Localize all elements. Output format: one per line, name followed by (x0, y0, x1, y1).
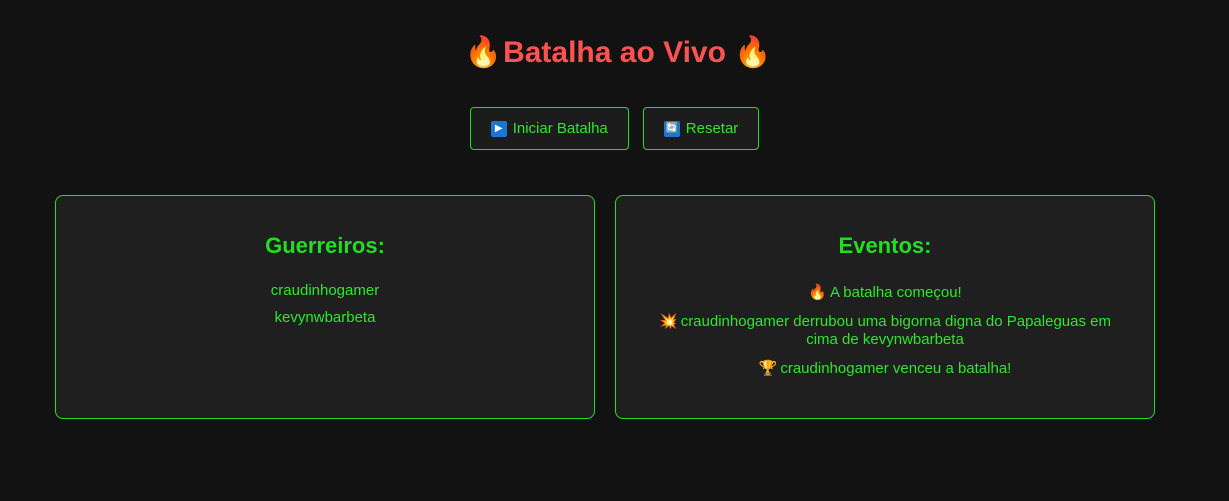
event-text: craudinhogamer venceu a batalha! (780, 360, 1012, 377)
start-battle-label: Iniciar Batalha (512, 120, 608, 137)
fire-icon: 🔥 (734, 36, 772, 69)
fire-icon: 🔥 (808, 284, 827, 301)
event-item: 🔥 A batalha começou! (646, 284, 1124, 302)
page-title-text: Batalha ao Vivo (503, 36, 726, 69)
warrior-item: craudinhogamer (270, 282, 380, 299)
collision-icon: 💥 (659, 313, 678, 330)
page-title: 🔥 Batalha ao Vivo 🔥 (0, 33, 1229, 73)
play-icon: ▶ (490, 120, 507, 137)
events-list: 🔥 A batalha começou! 💥 craudinhogamer derr… (616, 284, 1154, 378)
trophy-icon: 🏆 (758, 360, 778, 377)
event-item: 🏆 craudinhogamer venceu a batalha! (646, 360, 1124, 378)
event-item: 💥 craudinhogamer derrubou uma bigorna dig… (646, 313, 1124, 349)
warrior-item: kevynwbarbeta (274, 309, 376, 326)
events-heading: Eventos: (838, 233, 932, 258)
fire-icon: 🔥 (464, 36, 503, 69)
event-text: A batalha começou! (829, 284, 962, 301)
battle-controls: ▶ Iniciar Batalha 🔄 Resetar (0, 107, 1229, 150)
reset-label: Resetar (685, 120, 739, 137)
battle-page: 🔥 Batalha ao Vivo 🔥 ▶ Iniciar Batalha 🔄 … (0, 0, 1229, 501)
warriors-list: craudinhogamer kevynwbarbeta (56, 282, 594, 327)
refresh-icon: 🔄 (663, 120, 680, 137)
reset-button[interactable]: 🔄 Resetar (642, 107, 760, 150)
start-battle-button[interactable]: ▶ Iniciar Batalha (469, 107, 629, 150)
events-panel: Eventos: 🔥 A batalha começou! 💥 craudinhog… (615, 195, 1155, 419)
warriors-panel: Guerreiros: craudinhogamer kevynwbarbeta (55, 195, 595, 419)
warriors-heading: Guerreiros: (265, 233, 385, 258)
event-text: craudinhogamer derrubou uma bigorna dign… (680, 313, 1111, 348)
